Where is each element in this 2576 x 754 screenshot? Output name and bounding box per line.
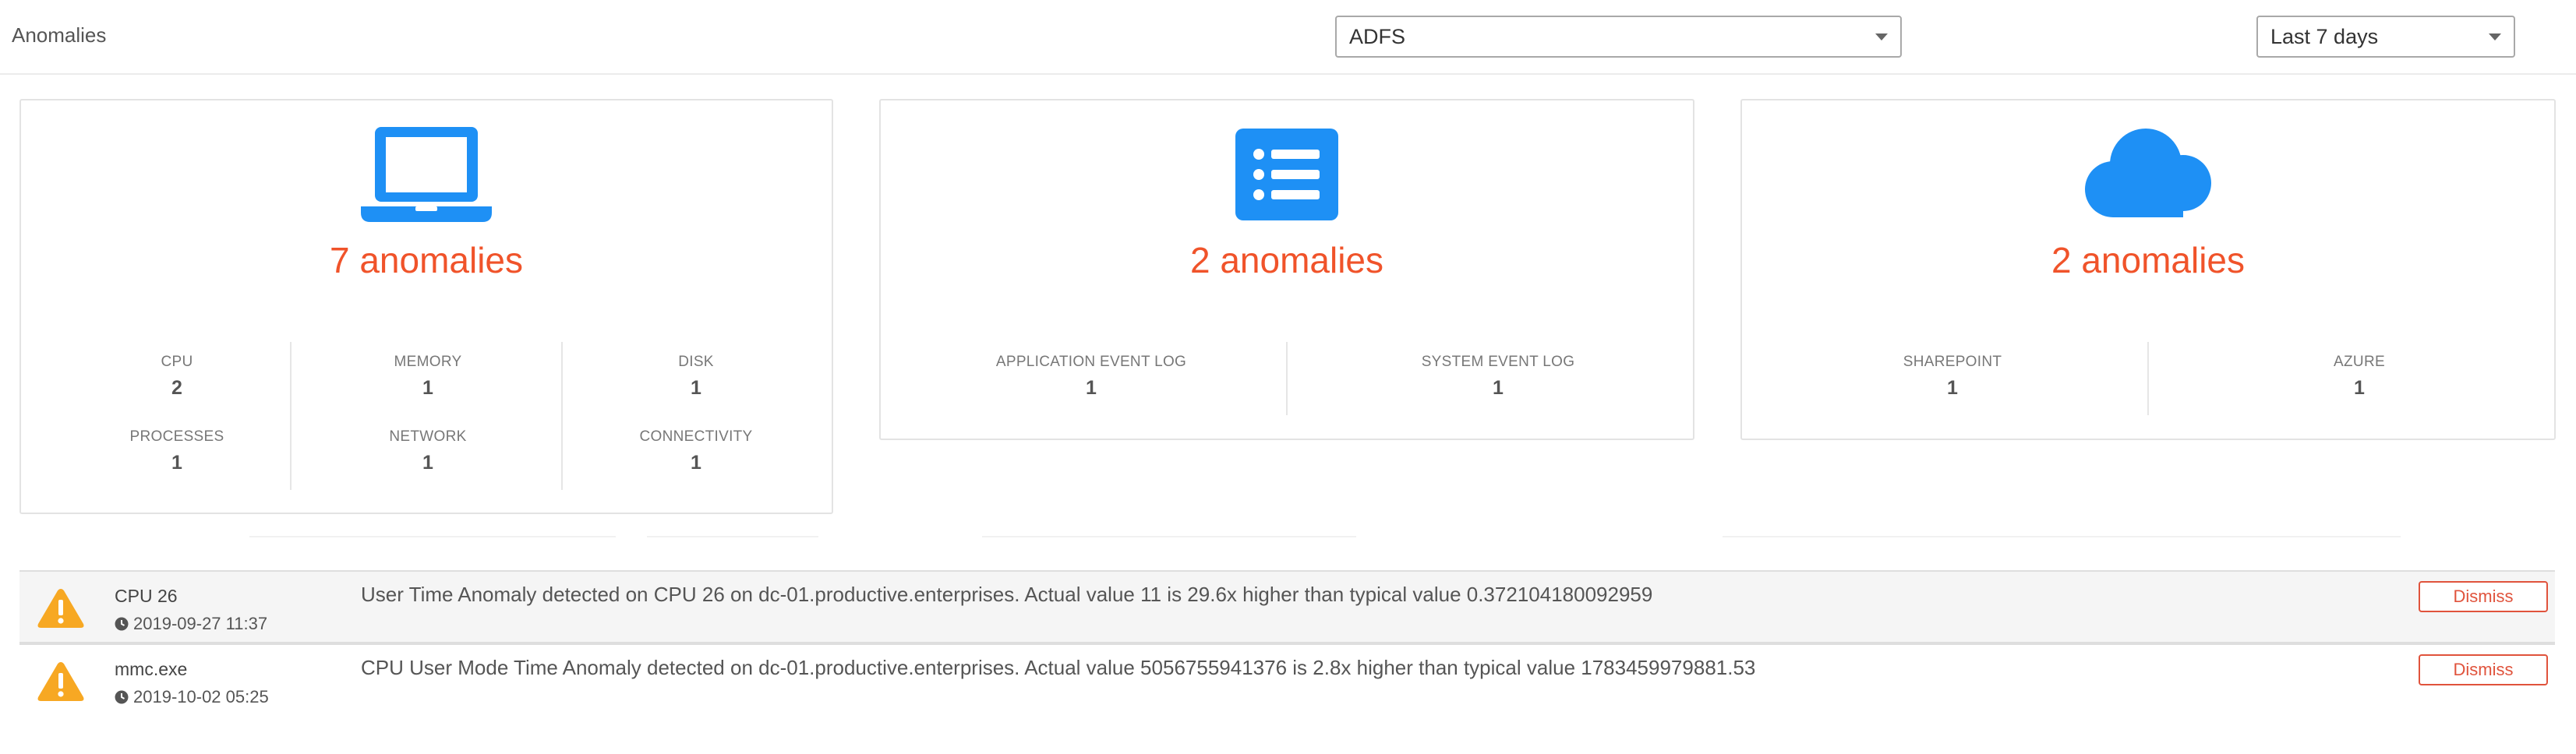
metric-label: MEMORY xyxy=(394,354,462,370)
cloud-apps-anomaly-count: 2 anomalies xyxy=(2051,240,2246,280)
host-anomaly-count: 7 anomalies xyxy=(329,240,524,280)
metric-sharepoint[interactable]: SHAREPOINT 1 xyxy=(1773,354,2132,400)
metric-value: 1 xyxy=(1493,377,1504,399)
metric-connectivity[interactable]: CONNECTIVITY 1 xyxy=(571,428,821,474)
alert-time-text: 2019-10-02 05:25 xyxy=(133,687,269,706)
divider xyxy=(982,536,1356,537)
metric-value: 1 xyxy=(171,452,182,474)
alert-timestamp: 2019-10-02 05:25 xyxy=(115,687,269,707)
alert-name: mmc.exe xyxy=(115,659,188,679)
chevron-down-icon xyxy=(1875,33,1888,41)
host-anomalies-card[interactable]: 7 anomalies CPU 2 MEMORY 1 DISK 1 PROCES… xyxy=(19,99,833,514)
cloud-icon xyxy=(2085,129,2211,217)
alert-name: CPU 26 xyxy=(115,586,178,606)
anomaly-alert-list: CPU 26 2019-09-27 11:37 User Time Anomal… xyxy=(19,570,2555,717)
column-divider xyxy=(1286,342,1288,415)
metric-label: DISK xyxy=(678,354,714,370)
time-range-select[interactable]: Last 7 days xyxy=(2256,16,2515,58)
alert-message: CPU User Mode Time Anomaly detected on d… xyxy=(361,656,1756,679)
metric-value: 1 xyxy=(1947,377,1958,399)
alert-timestamp: 2019-09-27 11:37 xyxy=(115,614,267,634)
metric-disk[interactable]: DISK 1 xyxy=(571,354,821,400)
metric-value: 1 xyxy=(1086,377,1097,399)
time-range-select-value: Last 7 days xyxy=(2270,25,2379,48)
alert-row[interactable]: mmc.exe 2019-10-02 05:25 CPU User Mode T… xyxy=(19,643,2555,717)
dismiss-button[interactable]: Dismiss xyxy=(2419,581,2548,612)
divider xyxy=(1723,536,2401,537)
dismiss-button[interactable]: Dismiss xyxy=(2419,654,2548,685)
clock-icon xyxy=(115,617,129,631)
metric-label: SHAREPOINT xyxy=(1903,354,2002,370)
metric-value: 1 xyxy=(422,377,433,399)
metric-value: 2 xyxy=(171,377,182,399)
event-log-anomalies-card[interactable]: 2 anomalies APPLICATION EVENT LOG 1 SYST… xyxy=(879,99,1694,440)
divider xyxy=(647,536,818,537)
metric-value: 1 xyxy=(2354,377,2365,399)
page-title: Anomalies xyxy=(12,23,107,47)
metric-system-event-log[interactable]: SYSTEM EVENT LOG 1 xyxy=(1319,354,1677,400)
metric-cpu[interactable]: CPU 2 xyxy=(52,354,302,400)
warning-icon xyxy=(37,662,84,701)
metric-azure[interactable]: AZURE 1 xyxy=(2180,354,2539,400)
column-divider xyxy=(561,342,563,490)
metric-label: SYSTEM EVENT LOG xyxy=(1421,354,1575,370)
metric-label: NETWORK xyxy=(389,428,467,445)
metric-memory[interactable]: MEMORY 1 xyxy=(303,354,553,400)
metric-label: AZURE xyxy=(2334,354,2385,370)
chevron-down-icon xyxy=(2489,33,2501,41)
metric-label: CPU xyxy=(161,354,193,370)
metric-application-event-log[interactable]: APPLICATION EVENT LOG 1 xyxy=(912,354,1270,400)
metric-label: PROCESSES xyxy=(129,428,224,445)
warning-icon xyxy=(37,589,84,628)
event-log-anomaly-count: 2 anomalies xyxy=(1189,240,1384,280)
alert-row[interactable]: CPU 26 2019-09-27 11:37 User Time Anomal… xyxy=(19,570,2555,643)
metric-label: CONNECTIVITY xyxy=(639,428,753,445)
clock-icon xyxy=(115,690,129,704)
metric-value: 1 xyxy=(422,452,433,474)
metric-value: 1 xyxy=(691,452,701,474)
alert-time-text: 2019-09-27 11:37 xyxy=(133,614,268,633)
column-divider xyxy=(290,342,292,490)
metric-network[interactable]: NETWORK 1 xyxy=(303,428,553,474)
alert-message: User Time Anomaly detected on CPU 26 on … xyxy=(361,583,1653,606)
cloud-apps-anomalies-card[interactable]: 2 anomalies SHAREPOINT 1 AZURE 1 xyxy=(1740,99,2556,440)
page-header: Anomalies ADFS Last 7 days xyxy=(0,0,2576,75)
laptop-icon xyxy=(361,127,492,222)
column-divider xyxy=(2147,342,2149,415)
source-select[interactable]: ADFS xyxy=(1335,16,1902,58)
source-select-value: ADFS xyxy=(1349,25,1406,48)
metric-label: APPLICATION EVENT LOG xyxy=(995,354,1187,370)
divider xyxy=(249,536,616,537)
list-icon xyxy=(1235,129,1338,220)
metric-value: 1 xyxy=(691,377,701,399)
metric-processes[interactable]: PROCESSES 1 xyxy=(52,428,302,474)
